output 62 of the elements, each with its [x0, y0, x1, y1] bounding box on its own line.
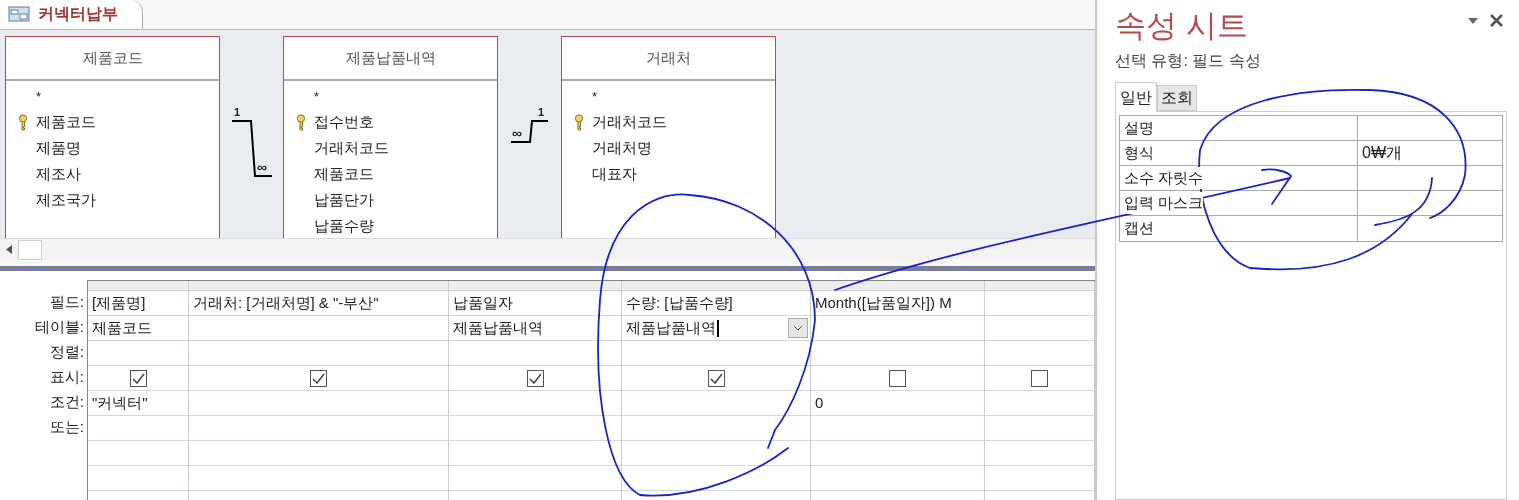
- document-tab[interactable]: 커넥터납부: [0, 0, 143, 29]
- field-name[interactable]: 거래처코드: [314, 139, 389, 157]
- field-name[interactable]: *: [314, 89, 320, 103]
- show-checkbox[interactable]: [1031, 369, 1048, 387]
- many-label: ∞: [512, 126, 522, 140]
- show-checkbox[interactable]: [526, 369, 544, 387]
- table-title: 거래처: [562, 37, 775, 81]
- table-name[interactable]: 제품납품내역: [626, 316, 716, 340]
- many-label: ∞: [257, 160, 267, 174]
- property-value-field[interactable]: 0₩개: [1358, 141, 1502, 165]
- field-name[interactable]: 거래처코드: [592, 113, 667, 131]
- row-label: 정렬:: [49, 342, 84, 363]
- sheet-tab[interactable]: 조회: [1157, 85, 1197, 111]
- field-name[interactable]: 제조국가: [36, 191, 96, 209]
- field-name[interactable]: 제품코드: [36, 113, 96, 131]
- field-expression[interactable]: 수량: [납품수량]: [626, 291, 733, 315]
- field-name[interactable]: 납품수량: [314, 217, 374, 235]
- show-checkbox[interactable]: [707, 369, 725, 387]
- field-expression[interactable]: [제품명]: [92, 291, 146, 315]
- row-label: 표시:: [49, 367, 84, 388]
- one-label: 1: [234, 107, 241, 118]
- field-expression[interactable]: Month([납품일자]) M: [815, 291, 952, 315]
- one-label: 1: [538, 107, 545, 118]
- criteria-value[interactable]: "커넥터": [92, 391, 148, 415]
- row-label: 조건:: [49, 392, 84, 413]
- criteria-value[interactable]: 0: [815, 391, 824, 415]
- row-label: 테이블:: [34, 317, 84, 338]
- left-arrow-icon: [6, 245, 12, 254]
- selection-type-label: 선택 유형: 필드 속성: [1115, 51, 1262, 71]
- field-name[interactable]: *: [36, 89, 42, 103]
- show-checkbox[interactable]: [310, 369, 327, 387]
- field-expression[interactable]: 납품일자: [453, 291, 513, 315]
- field-name[interactable]: 제품명: [36, 139, 81, 157]
- relationship-line[interactable]: [231, 120, 273, 177]
- show-checkbox[interactable]: [129, 369, 147, 387]
- table-title: 제품코드: [6, 37, 219, 81]
- close-icon[interactable]: [1490, 14, 1503, 27]
- field-name[interactable]: 제조사: [36, 165, 81, 183]
- row-label: 필드:: [49, 292, 84, 313]
- field-name[interactable]: *: [592, 89, 598, 103]
- relationship-line[interactable]: [510, 120, 549, 143]
- table-title: 제품납품내역: [284, 37, 497, 81]
- field-name[interactable]: 접수번호: [314, 113, 374, 131]
- row-label: 또는:: [49, 417, 84, 438]
- field-expression[interactable]: 거래처: [거래처명] & "-부산": [193, 291, 379, 315]
- property-name: 입력 마스크: [1124, 191, 1204, 215]
- property-name: 소수 자릿수: [1124, 166, 1204, 190]
- field-name[interactable]: 대표자: [592, 165, 637, 183]
- text-cursor: [717, 319, 719, 337]
- sheet-tab[interactable]: 일반: [1115, 82, 1157, 112]
- caret-icon: [793, 325, 803, 331]
- field-name[interactable]: 거래처명: [592, 139, 652, 157]
- scroll-thumb[interactable]: [18, 239, 42, 260]
- show-checkbox[interactable]: [889, 369, 906, 387]
- table-name[interactable]: 제품코드: [92, 316, 152, 340]
- table-name[interactable]: 제품납품내역: [453, 316, 543, 340]
- field-name[interactable]: 납품단가: [314, 191, 374, 209]
- dropdown-icon[interactable]: [1468, 17, 1478, 24]
- column-selector[interactable]: [811, 281, 984, 291]
- field-name[interactable]: 제품코드: [314, 165, 374, 183]
- panel-title: 속성 시트: [1115, 10, 1248, 41]
- query-icon: [8, 6, 30, 22]
